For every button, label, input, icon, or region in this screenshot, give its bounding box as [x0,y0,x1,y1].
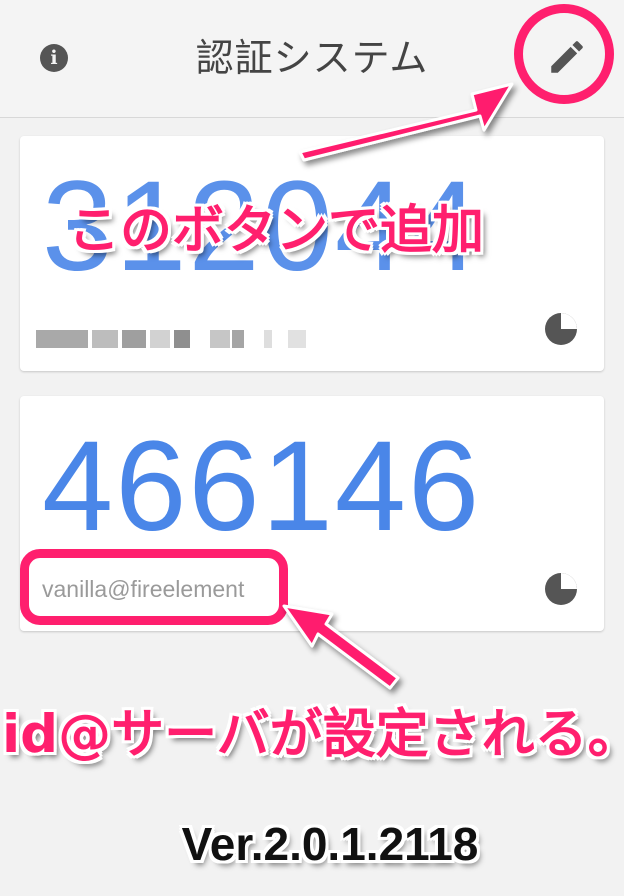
version-label: Ver.2.0.1.2118 [181,818,479,870]
page-title: 認証システム [195,36,429,80]
edit-button-annotation: このボタンで追加 [68,201,485,261]
blurred-account-name [36,330,306,350]
info-icon[interactable]: i [40,44,68,72]
otp-code: 466146 [42,415,482,558]
edit-button-highlight [514,4,614,104]
authenticator-screen: i 認証システム 312044 466146 vanilla@fireeleme… [0,0,624,896]
account-name-highlight [20,549,288,625]
pie-timer-icon [544,572,578,606]
account-annotation: id@サーバが設定される。 [2,704,624,765]
pie-timer-icon [544,312,578,346]
